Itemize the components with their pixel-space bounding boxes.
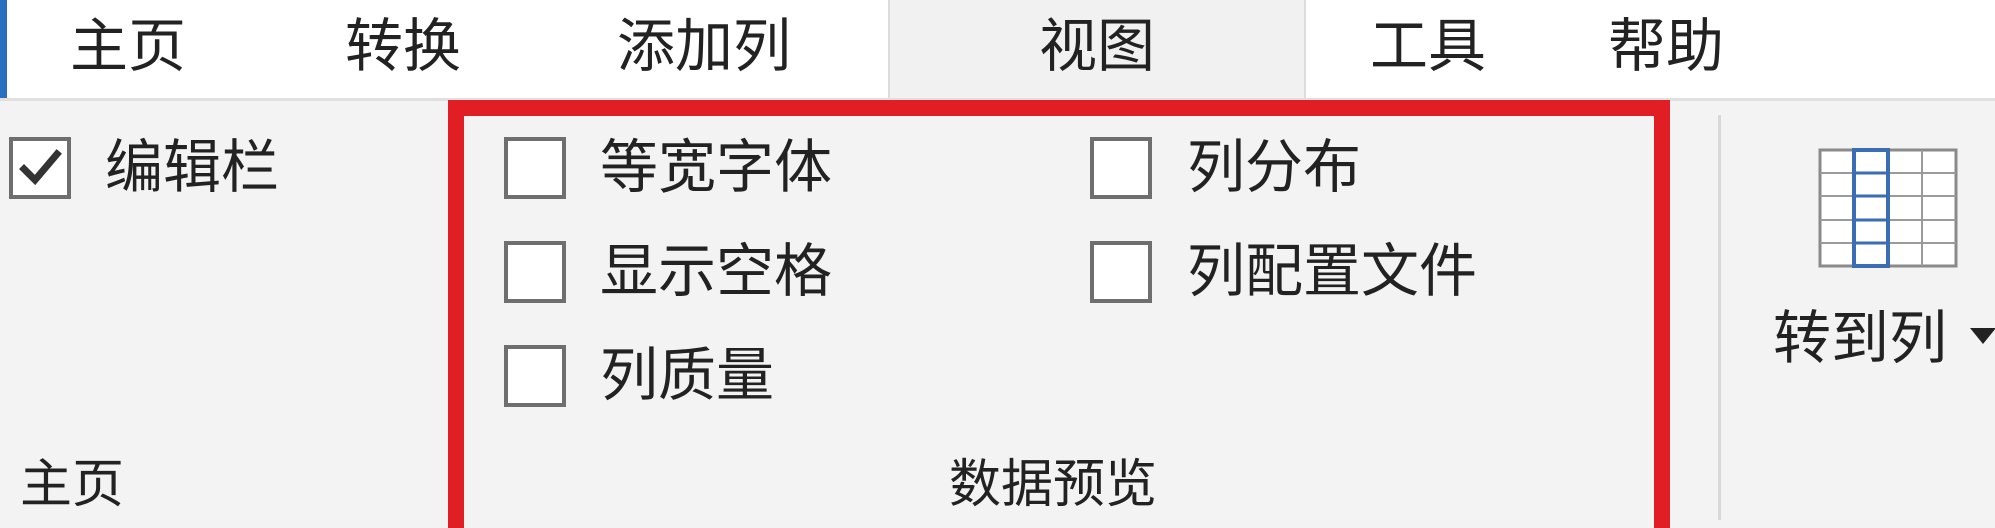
goto-column-label[interactable]: 转到列 [1773,303,1947,373]
group-separator [1718,115,1721,520]
goto-column-button[interactable] [1818,148,1958,268]
tab-tools[interactable]: 工具 [1370,0,1486,98]
tab-help[interactable]: 帮助 [1608,0,1724,98]
formula-bar-label: 编辑栏 [105,133,280,201]
tab-view[interactable]: 视图 [888,0,1306,98]
tab-add-column[interactable]: 添加列 [617,0,791,98]
highlight-box [448,100,1670,528]
check-icon [19,149,62,186]
tab-home[interactable]: 主页 [70,0,186,98]
group-label-home: 主页 [20,455,125,515]
formula-bar-checkbox[interactable] [9,137,71,199]
tab-transform[interactable]: 转换 [345,0,461,98]
table-column-icon [1818,148,1958,268]
tab-bar-accent [0,0,7,98]
dropdown-arrow-icon[interactable] [1970,328,1995,344]
ribbon-tab-bar: 主页 转换 添加列 视图 工具 帮助 [0,0,1995,101]
